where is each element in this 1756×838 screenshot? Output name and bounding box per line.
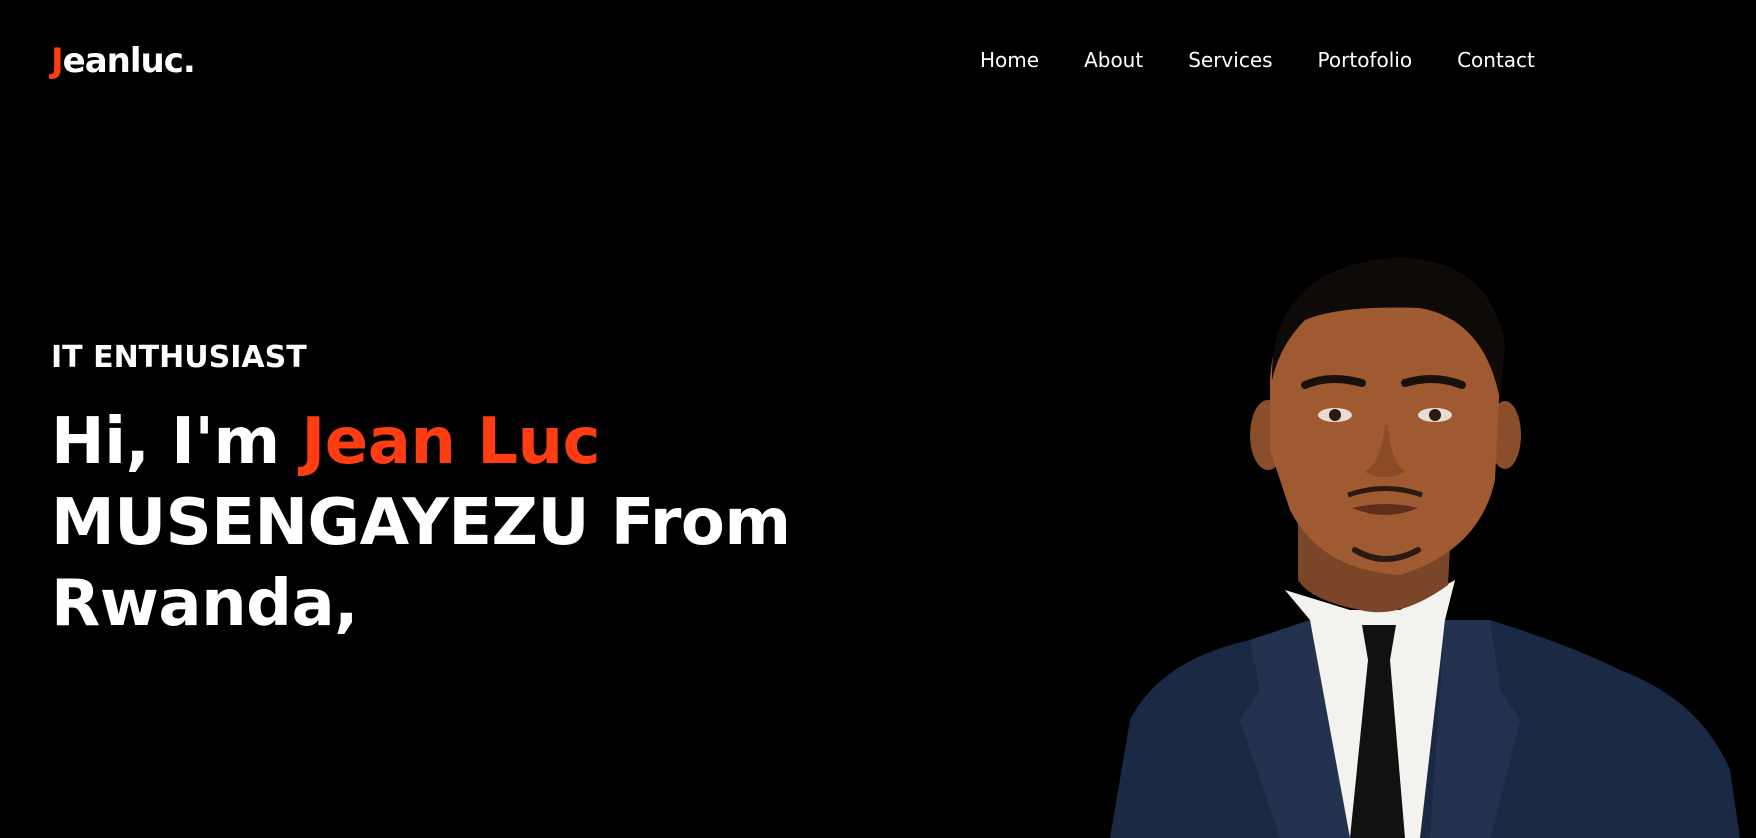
hero-greeting: Hi, I'm (51, 405, 302, 479)
nav-portfolio-link[interactable]: Portofolio (1318, 46, 1413, 74)
main-nav: Home About Services Portofolio Contact (980, 46, 1535, 74)
hero-name-highlight: Jean Luc (301, 405, 600, 479)
logo-initial: J (51, 41, 64, 81)
logo[interactable]: Jeanluc. (51, 40, 196, 82)
hero-line-3: Rwanda, (51, 567, 358, 641)
hero-line-2: MUSENGAYEZU From (51, 486, 791, 560)
profile-portrait (1100, 250, 1756, 838)
hero-headline: Hi, I'm Jean Luc MUSENGAYEZU From Rwanda… (51, 402, 871, 645)
nav-services-link[interactable]: Services (1188, 46, 1272, 74)
nav-about-link[interactable]: About (1084, 46, 1143, 74)
logo-text: eanluc. (62, 41, 196, 81)
nav-home-link[interactable]: Home (980, 46, 1039, 74)
nav-contact-link[interactable]: Contact (1457, 46, 1535, 74)
hero-kicker: IT ENTHUSIAST (51, 340, 307, 375)
hero-section: IT ENTHUSIAST Hi, I'm Jean Luc MUSENGAYE… (51, 336, 871, 645)
portrait-illustration (1110, 257, 1740, 838)
site-header: Jeanluc. Home About Services Portofolio … (0, 0, 1756, 124)
